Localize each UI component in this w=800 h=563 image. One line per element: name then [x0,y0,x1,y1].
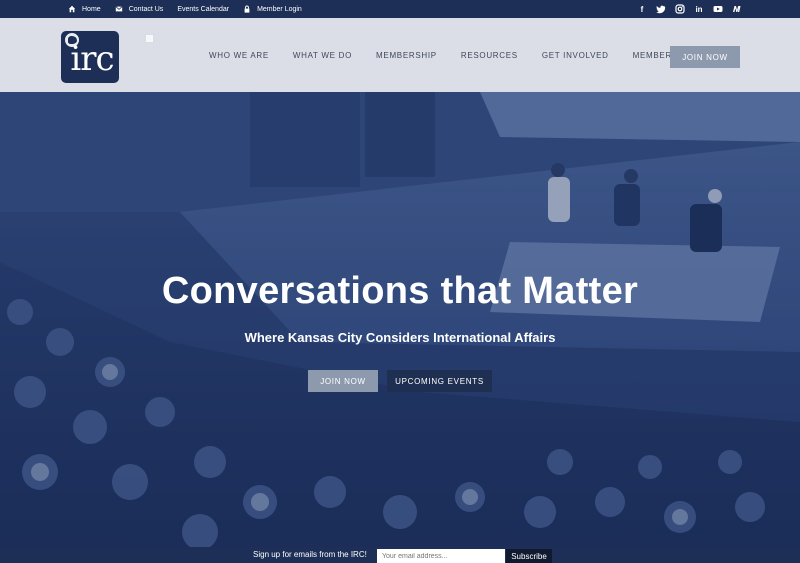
youtube-icon[interactable] [713,4,723,14]
subscribe-button[interactable]: Subscribe [506,549,552,563]
hero-color-overlay [0,92,800,547]
events-calendar-link[interactable]: Events Calendar [177,6,229,13]
top-utility-bar: Home Contact Us Events Calendar Member L… [0,0,800,18]
home-link-label: Home [82,5,101,13]
member-login-label: Member Login [257,5,302,13]
facebook-icon[interactable]: f [637,4,647,14]
hero-subtitle: Where Kansas City Considers Internationa… [244,330,556,345]
main-navigation: WHO WE ARE WHAT WE DO MEMBERSHIP RESOURC… [209,18,729,92]
nav-resources[interactable]: RESOURCES [461,51,518,60]
utility-links: Home Contact Us Events Calendar Member L… [68,0,316,18]
nav-who-we-are[interactable]: WHO WE ARE [209,51,269,60]
logo-text: irc [70,39,114,79]
email-signup-bar: Sign up for emails from the IRC! Subscri… [0,547,800,563]
medium-icon[interactable] [732,4,742,14]
small-image-placeholder [145,34,154,43]
instagram-icon[interactable] [675,4,685,14]
hero-join-now-button[interactable]: JOIN NOW [308,370,378,392]
events-calendar-label: Events Calendar [177,5,230,13]
irc-logo[interactable]: irc [61,31,119,83]
contact-link[interactable]: Contact Us [115,5,164,13]
home-link[interactable]: Home [68,5,101,13]
contact-link-label: Contact Us [128,5,164,13]
header-join-now-button[interactable]: JOIN NOW [670,46,740,68]
nav-get-involved[interactable]: GET INVOLVED [542,51,609,60]
social-links: f in [628,0,742,18]
home-icon [68,5,76,13]
email-input[interactable] [377,549,505,563]
signup-label: Sign up for emails from the IRC! [253,550,367,559]
lock-icon [244,5,250,13]
twitter-icon[interactable] [656,4,666,14]
mail-icon [115,6,123,12]
upcoming-events-button[interactable]: UPCOMING EVENTS [387,370,492,392]
member-login-link[interactable]: Member Login [243,5,302,13]
site-header: irc WHO WE ARE WHAT WE DO MEMBERSHIP RES… [0,18,800,92]
linkedin-icon[interactable]: in [694,4,704,14]
hero-banner: Conversations that Matter Where Kansas C… [0,92,800,547]
nav-what-we-do[interactable]: WHAT WE DO [293,51,352,60]
hero-title: Conversations that Matter [161,270,639,312]
nav-membership[interactable]: MEMBERSHIP [376,51,437,60]
